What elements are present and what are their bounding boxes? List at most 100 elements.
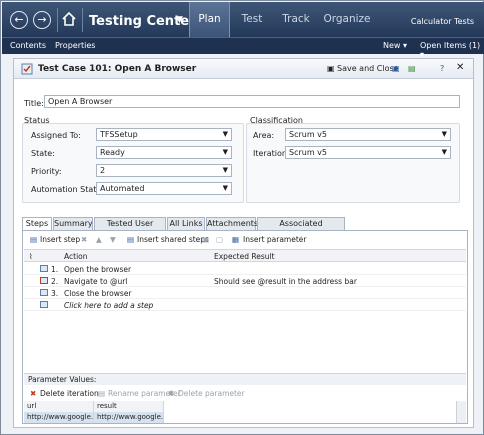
priority-label: Priority: bbox=[31, 167, 62, 176]
step-row-2[interactable]: 2. Navigate to @url Should see @result i… bbox=[24, 275, 466, 287]
title-field[interactable]: Open A Browser bbox=[44, 95, 460, 108]
add-step-row[interactable]: Click here to add a step bbox=[24, 299, 466, 311]
step-number: 3. bbox=[51, 289, 59, 298]
forward-arrow-icon[interactable]: → bbox=[33, 11, 51, 29]
step-row-1[interactable]: 1. Open the browser bbox=[24, 263, 466, 275]
action-column-header[interactable]: Action bbox=[64, 252, 88, 261]
chevron-down-icon: ▼ bbox=[441, 148, 447, 156]
iteration-value: Scrum v5 bbox=[289, 148, 327, 157]
home-icon[interactable] bbox=[61, 11, 77, 27]
expected-result-column-header[interactable]: Expected Result bbox=[214, 252, 275, 261]
step-row-3[interactable]: 3. Close the browser bbox=[24, 287, 466, 299]
parameter-values-label: Parameter Values: bbox=[24, 373, 466, 385]
add-step-placeholder[interactable]: Click here to add a step bbox=[64, 301, 153, 310]
tab-associated-automation[interactable]: Associated Automation bbox=[257, 217, 345, 239]
close-icon[interactable]: ✕ bbox=[456, 62, 464, 73]
step-icon bbox=[40, 265, 48, 274]
nav-divider bbox=[57, 8, 58, 32]
parameter-toolbar: ✖ Delete iteration ▤ Rename parameter ✖ … bbox=[24, 387, 466, 400]
priority-select[interactable]: 2 ▼ bbox=[96, 164, 232, 177]
tab-summary[interactable]: Summary bbox=[53, 217, 93, 230]
automation-status-select[interactable]: Automated ▼ bbox=[96, 182, 232, 195]
area-select[interactable]: Scrum v5 ▼ bbox=[285, 128, 451, 141]
classification-group: Area: Scrum v5 ▼ Iteration: Scrum v5 ▼ bbox=[246, 123, 460, 203]
attachment-icon[interactable]: ⌇ bbox=[300, 235, 304, 244]
nav-divider bbox=[82, 8, 83, 32]
delete-parameter-icon: ✖ bbox=[168, 389, 175, 398]
assigned-to-label: Assigned To: bbox=[31, 131, 81, 140]
step-number: 2. bbox=[51, 277, 59, 286]
tab-plan[interactable]: Plan bbox=[189, 2, 230, 37]
delete-step-icon[interactable]: ✖ bbox=[81, 235, 87, 244]
application-window: ← → Testing Center ▼ Plan Test Track Org… bbox=[0, 0, 484, 435]
step-icon bbox=[40, 289, 48, 298]
step-action[interactable]: Navigate to @url bbox=[64, 277, 127, 286]
chevron-down-icon: ▼ bbox=[222, 130, 228, 138]
assigned-to-select[interactable]: TFSSetup ▼ bbox=[96, 128, 232, 141]
step-action[interactable]: Open the browser bbox=[64, 265, 131, 274]
automation-status-value: Automated bbox=[100, 184, 145, 193]
step-expected[interactable]: Should see @result in the address bar bbox=[214, 277, 357, 286]
delete-iteration-button[interactable]: Delete iteration bbox=[40, 389, 99, 398]
param-cell[interactable]: http://www.google.c... bbox=[94, 412, 164, 423]
iteration-select[interactable]: Scrum v5 ▼ bbox=[285, 146, 451, 159]
tab-attachments[interactable]: Attachments bbox=[206, 217, 258, 230]
parameter-scrollbar[interactable] bbox=[456, 401, 466, 423]
priority-value: 2 bbox=[100, 166, 106, 175]
back-arrow-icon[interactable]: ← bbox=[10, 11, 28, 29]
save-button[interactable]: ▣ bbox=[392, 64, 400, 73]
move-down-icon[interactable]: ▼ bbox=[110, 235, 116, 244]
tab-test[interactable]: Test bbox=[234, 2, 270, 37]
chevron-down-icon: ▼ bbox=[222, 184, 228, 192]
new-menu[interactable]: New ▾ bbox=[383, 41, 407, 50]
panel-header: Test Case 101: Open A Browser ▣ Save and… bbox=[14, 59, 473, 79]
step-validate-icon bbox=[40, 277, 48, 286]
status-group: Assigned To: TFSSetup ▼ State: Ready ▼ Pri… bbox=[22, 123, 244, 203]
insert-shared-steps-icon: ▤ bbox=[127, 235, 135, 244]
delete-parameter-button[interactable]: Delete parameter bbox=[178, 389, 245, 398]
step-number: 1. bbox=[51, 265, 59, 274]
state-label: State: bbox=[31, 149, 55, 158]
title-dropdown-icon[interactable]: ▼ bbox=[176, 15, 183, 25]
paperclip-column-icon: ⌇ bbox=[29, 252, 33, 261]
tab-tested-user-stories[interactable]: Tested User Stories bbox=[94, 217, 166, 239]
rename-parameter-icon: ▤ bbox=[98, 389, 106, 398]
test-case-heading: Test Case 101: Open A Browser bbox=[38, 64, 197, 74]
refresh-button[interactable]: ▤ bbox=[408, 64, 416, 73]
chevron-down-icon: ▼ bbox=[222, 148, 228, 156]
state-value: Ready bbox=[100, 148, 125, 157]
state-select[interactable]: Ready ▼ bbox=[96, 146, 232, 159]
sub-toolbar: Contents Properties New ▾ Open Items (1)… bbox=[2, 37, 484, 59]
properties-link[interactable]: Properties bbox=[55, 41, 95, 50]
param-column-result[interactable]: result bbox=[94, 401, 164, 412]
contents-link[interactable]: Contents bbox=[10, 41, 46, 50]
create-shared-steps-icon[interactable]: ▣ bbox=[202, 235, 209, 244]
open-shared-steps-icon[interactable]: ▢ bbox=[216, 235, 223, 244]
chevron-down-icon: ▼ bbox=[441, 130, 447, 138]
insert-shared-steps-button[interactable]: Insert shared steps bbox=[137, 235, 209, 244]
step-icon bbox=[40, 301, 48, 310]
param-cell[interactable]: http://www.google.c... bbox=[24, 412, 94, 423]
insert-parameter-icon: ▦ bbox=[232, 235, 240, 244]
project-name[interactable]: Calculator Tests bbox=[411, 17, 474, 26]
move-up-icon[interactable]: ▲ bbox=[96, 235, 102, 244]
step-action[interactable]: Close the browser bbox=[64, 289, 132, 298]
help-icon[interactable]: ? bbox=[440, 64, 444, 73]
save-icon: ▣ bbox=[327, 64, 335, 73]
tab-organize[interactable]: Organize bbox=[322, 2, 372, 37]
tab-steps[interactable]: Steps bbox=[22, 217, 52, 231]
tab-track[interactable]: Track bbox=[278, 2, 314, 37]
area-label: Area: bbox=[253, 131, 275, 140]
tab-all-links[interactable]: All Links bbox=[167, 217, 205, 230]
insert-step-button[interactable]: Insert step bbox=[40, 235, 80, 244]
title-label: Title: bbox=[24, 99, 44, 108]
steps-grid-header: ⌇ Action Expected Result bbox=[24, 249, 466, 262]
test-case-panel: Test Case 101: Open A Browser ▣ Save and… bbox=[13, 58, 474, 428]
insert-parameter-button[interactable]: Insert parameter bbox=[243, 235, 307, 244]
save-and-close-button[interactable]: Save and Close bbox=[337, 64, 399, 73]
area-value: Scrum v5 bbox=[289, 130, 327, 139]
open-items-menu[interactable]: Open Items (1) ▾ bbox=[420, 41, 484, 59]
delete-iteration-icon: ✖ bbox=[30, 389, 37, 398]
param-column-url[interactable]: url bbox=[24, 401, 94, 412]
top-navigation-bar: ← → Testing Center ▼ Plan Test Track Org… bbox=[2, 2, 484, 37]
